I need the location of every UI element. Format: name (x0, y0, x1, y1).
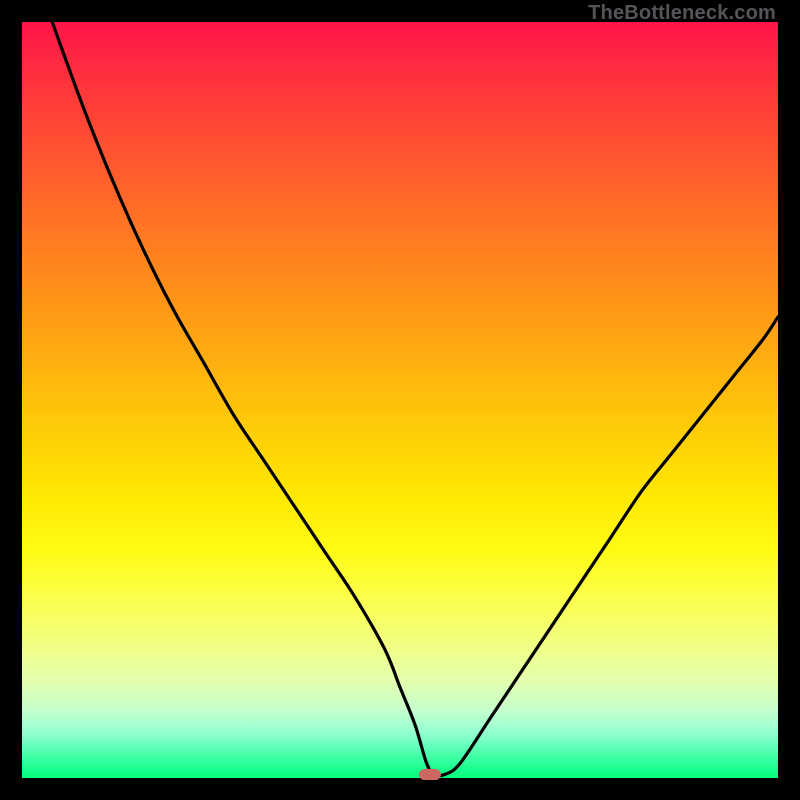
optimal-marker (419, 769, 441, 780)
attribution-text: TheBottleneck.com (588, 2, 776, 25)
chart-container: TheBottleneck.com (0, 0, 800, 800)
plot-area (22, 22, 778, 778)
bottleneck-curve (22, 22, 778, 778)
